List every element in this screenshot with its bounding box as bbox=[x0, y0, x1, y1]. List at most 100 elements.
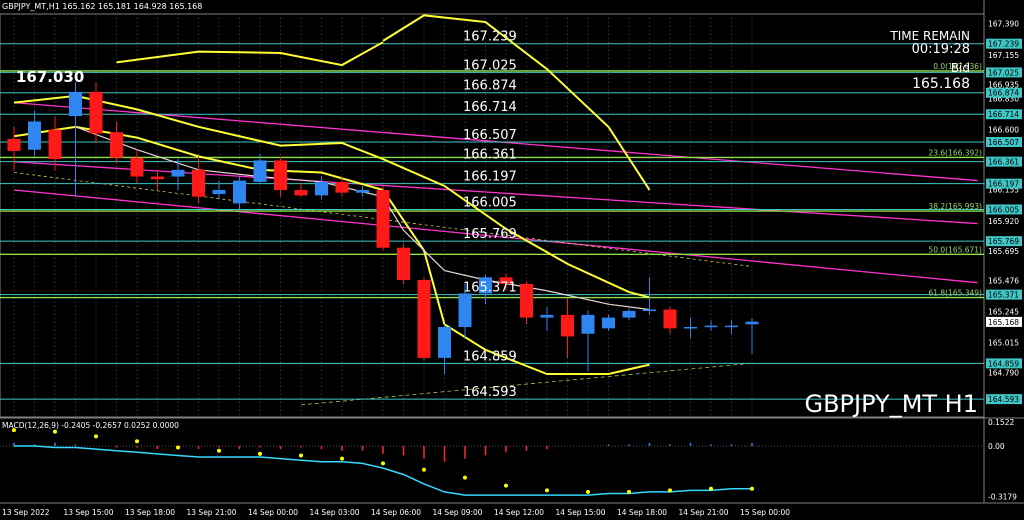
y-tick-label: 167.390 bbox=[988, 19, 1019, 28]
candle-body bbox=[7, 138, 21, 152]
level-label: 166.361 bbox=[463, 148, 517, 163]
x-tick-label: 15 Sep 00:00 bbox=[740, 508, 790, 517]
time-remain-label: TIME REMAIN bbox=[889, 29, 970, 43]
macd-signal-dot bbox=[750, 486, 754, 491]
chart-watermark: GBPJPY_MT H1 bbox=[804, 390, 978, 418]
x-tick-label: 14 Sep 09:00 bbox=[433, 508, 483, 517]
y-tick-label: 165.015 bbox=[988, 338, 1019, 347]
macd-signal-dot bbox=[668, 488, 672, 493]
macd-y-tick: 0.00 bbox=[988, 442, 1005, 451]
level-axis-tag-label: 166.714 bbox=[988, 110, 1019, 119]
x-tick-label: 13 Sep 21:00 bbox=[187, 508, 237, 517]
candle-body bbox=[171, 169, 185, 177]
macd-signal-dot bbox=[422, 467, 426, 472]
y-tick-label: 165.476 bbox=[988, 277, 1019, 286]
x-tick-label: 14 Sep 18:00 bbox=[617, 508, 667, 517]
y-tick-label: 164.790 bbox=[988, 369, 1019, 378]
candle-body bbox=[294, 189, 308, 196]
level-label: 166.714 bbox=[463, 100, 517, 115]
level-label: 164.593 bbox=[463, 385, 517, 400]
level-axis-tag-label: 166.005 bbox=[988, 205, 1019, 214]
level-label: 166.874 bbox=[463, 79, 517, 94]
macd-signal-dot bbox=[627, 489, 631, 494]
time-remain-value: 00:19:28 bbox=[912, 42, 970, 57]
x-tick-label: 13 Sep 2022 bbox=[2, 508, 50, 517]
y-tick-label: 165.920 bbox=[988, 217, 1019, 226]
macd-signal-dot bbox=[217, 448, 221, 453]
level-axis-tag-label: 166.507 bbox=[988, 138, 1019, 147]
candle-body bbox=[130, 157, 144, 177]
candle-body bbox=[725, 325, 738, 328]
fib-label: 38.2(165.993) bbox=[928, 202, 982, 211]
candle-body bbox=[253, 160, 267, 182]
x-tick-label: 14 Sep 12:00 bbox=[494, 508, 544, 517]
candle-body bbox=[397, 247, 410, 280]
macd-signal-dot bbox=[504, 483, 508, 488]
fib-label: 50.0(165.671) bbox=[928, 245, 982, 254]
candle-body bbox=[745, 321, 759, 325]
candle-body bbox=[48, 129, 62, 160]
level-axis-tag-label: 164.593 bbox=[988, 395, 1019, 404]
level-label: 166.197 bbox=[463, 170, 517, 185]
level-label: 166.005 bbox=[463, 195, 517, 210]
candle-body bbox=[540, 314, 554, 318]
candle-body bbox=[581, 314, 595, 334]
level-axis-tag-label: 166.361 bbox=[988, 158, 1019, 167]
level-axis-tag-label: 165.769 bbox=[988, 237, 1019, 246]
level-axis-tag-label: 167.025 bbox=[988, 68, 1019, 77]
macd-signal-dot bbox=[586, 489, 590, 494]
macd-signal-dot bbox=[258, 451, 262, 456]
y-tick-label: 165.695 bbox=[988, 247, 1019, 256]
candle-body bbox=[233, 180, 246, 204]
macd-signal-dot bbox=[176, 445, 180, 450]
level-axis-tag-label: 165.371 bbox=[988, 291, 1019, 300]
candle-body bbox=[274, 160, 287, 190]
price-marker: 167.030 bbox=[16, 68, 84, 86]
candle-body bbox=[438, 326, 451, 358]
macd-signal-dot bbox=[12, 428, 16, 433]
level-axis-tag-label: 166.197 bbox=[988, 180, 1019, 189]
macd-signal-dot bbox=[381, 461, 385, 466]
level-axis-tag-label: 167.239 bbox=[988, 40, 1019, 49]
macd-signal-dot bbox=[545, 488, 549, 493]
fib-label: 61.8(165.349) bbox=[928, 289, 982, 298]
candle-body bbox=[315, 181, 328, 196]
candle-body bbox=[663, 309, 677, 329]
candle-body bbox=[684, 326, 697, 329]
candle-body bbox=[69, 91, 82, 117]
bollinger-upper bbox=[116, 41, 384, 67]
y-tick-label: 165.245 bbox=[988, 308, 1019, 317]
candle-body bbox=[212, 189, 226, 195]
y-tick-label: 166.600 bbox=[988, 126, 1019, 135]
macd-y-tick: 0.1522 bbox=[988, 418, 1014, 427]
candle-body bbox=[602, 317, 615, 329]
x-tick-label: 14 Sep 06:00 bbox=[371, 508, 421, 517]
candle-body bbox=[643, 309, 656, 312]
candle-body bbox=[376, 189, 390, 248]
candle-body bbox=[561, 314, 574, 337]
x-tick-label: 14 Sep 03:00 bbox=[310, 508, 360, 517]
level-label: 167.239 bbox=[463, 30, 517, 45]
fib-label: 23.6(166.392) bbox=[928, 148, 982, 157]
candle-body bbox=[622, 310, 636, 318]
bid-value: 165.168 bbox=[912, 76, 970, 92]
candle-body bbox=[151, 176, 164, 180]
level-label: 167.025 bbox=[463, 58, 517, 73]
macd-signal-dot bbox=[299, 453, 303, 458]
y-tick-label: 167.155 bbox=[988, 51, 1019, 60]
level-axis-tag-label: 166.874 bbox=[988, 89, 1019, 98]
level-axis-tag-label: 164.859 bbox=[988, 359, 1019, 368]
level-label: 164.859 bbox=[463, 349, 517, 364]
candle-body bbox=[458, 293, 472, 327]
candle-body bbox=[89, 91, 103, 134]
macd-label: MACD(12,26,9) -0.2405 -0.2657 0.0252 0.0… bbox=[2, 421, 179, 430]
level-label: 165.371 bbox=[463, 281, 517, 296]
x-tick-label: 13 Sep 18:00 bbox=[125, 508, 175, 517]
candle-body bbox=[520, 284, 533, 318]
candle-body bbox=[417, 279, 431, 358]
candle-body bbox=[335, 181, 349, 193]
x-tick-label: 14 Sep 15:00 bbox=[556, 508, 606, 517]
chart-window: 167.239 167.025 166.874 166.714 166.507 166.3… bbox=[0, 0, 1024, 520]
x-tick-label: 14 Sep 00:00 bbox=[248, 508, 298, 517]
level-label: 165.769 bbox=[463, 227, 517, 242]
